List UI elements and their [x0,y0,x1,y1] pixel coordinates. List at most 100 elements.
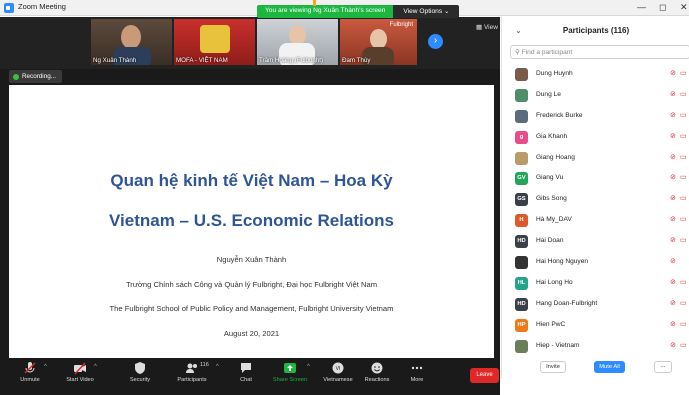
avatar: H [515,214,528,228]
camera-off-icon: ▭ [680,341,687,349]
participant-search-input[interactable]: ⚲ Find a participant [510,45,689,59]
unmute-button[interactable]: Unmute [12,361,48,383]
chat-button[interactable]: Chat [235,361,257,383]
security-button[interactable]: Security [124,361,156,383]
camera-off-icon: ▭ [680,320,687,328]
minimize-button[interactable]: — [637,2,646,12]
participant-row[interactable]: GS Gibs Song ⊘ ▭ [502,189,689,210]
meeting-area: Ng Xuân Thành MOFA - VIỆT NAM Trâm Hoàng… [0,17,500,395]
mic-muted-icon[interactable]: ⊘ [670,257,676,265]
share-options-caret[interactable]: ^ [307,364,310,370]
avatar: HP [515,318,528,332]
participant-row[interactable]: GV Giang Vu ⊘ ▭ [502,168,689,189]
participant-row[interactable]: Frederick Burke ⊘ ▭ [502,106,689,127]
mic-muted-icon[interactable]: ⊘ [670,320,676,328]
participant-name: Gia Khanh [536,132,568,140]
person-face [289,25,306,45]
smiley-icon [371,362,383,374]
mute-all-button[interactable]: Mute All [594,361,625,373]
video-thumb-4[interactable]: Fulbright Đam Thùy [340,19,417,65]
avatar [515,109,528,123]
participant-row[interactable]: Giang Hoang ⊘ ▭ [502,148,689,169]
participant-row[interactable]: Dung Le ⊘ ▭ [502,85,689,106]
panel-more-button[interactable]: ... [654,361,672,373]
mic-muted-icon[interactable]: ⊘ [670,215,676,223]
video-thumb-3[interactable]: Trâm Hoàng (Fulbright) [257,19,338,65]
more-dots-icon [411,366,423,370]
meeting-toolbar: Unmute ^ Start Video ^ Security Particip… [0,358,500,395]
thumb-name: Đam Thùy [342,57,371,64]
view-options-button[interactable]: View Options ⌄ [393,5,460,18]
participant-row[interactable]: Hiep - Vietnam ⊘ ▭ [502,336,689,357]
mic-muted-icon[interactable]: ⊘ [670,90,676,98]
participant-row[interactable]: HL Hai Long Ho ⊘ ▭ [502,273,689,294]
close-button[interactable]: ✕ [680,2,688,13]
participant-row[interactable]: HD Hai Doan ⊘ ▭ [502,231,689,252]
search-placeholder: Find a participant [521,49,573,56]
panel-title: Participants (116) [562,26,630,35]
participant-row[interactable]: g Gia Khanh ⊘ ▭ [502,127,689,148]
mic-muted-icon[interactable]: ⊘ [670,299,676,307]
participant-row[interactable]: HD Hang Doan-Fulbright ⊘ ▭ [502,294,689,315]
camera-off-icon: ▭ [680,132,687,140]
mic-muted-icon[interactable]: ⊘ [670,111,676,119]
mic-muted-icon[interactable]: ⊘ [670,194,676,202]
video-thumb-1[interactable]: Ng Xuân Thành [91,19,172,65]
restore-button[interactable]: ◻ [659,2,666,13]
video-strip: Ng Xuân Thành MOFA - VIỆT NAM Trâm Hoàng… [0,17,500,69]
avatar: HD [515,297,528,311]
recording-indicator[interactable]: Recording... [9,70,62,83]
slide-author: Nguyễn Xuân Thành [216,255,287,264]
thumb-name: MOFA - VIỆT NAM [176,57,228,64]
viewing-message: You are viewing Ng Xuân Thành's screen [257,5,394,18]
recording-dot-icon [13,73,19,80]
reactions-button[interactable]: Reactions [362,361,392,383]
slide-affiliation-vn: Trường Chính sách Công và Quản lý Fulbri… [125,280,378,289]
chat-icon [241,363,251,373]
participant-name: Gibs Song [536,195,567,203]
avatar [515,68,528,81]
participant-name: Dung Huynh [536,70,573,77]
avatar: g [515,130,528,144]
avatar: GS [515,193,528,207]
next-page-button[interactable]: › [428,34,443,49]
leave-button[interactable]: Leave [470,368,499,383]
window-title: Zoom Meeting [18,2,66,11]
mic-muted-icon[interactable]: ⊘ [670,173,676,181]
participant-row[interactable]: H Hà My_DAV ⊘ ▭ [502,210,689,231]
participant-row[interactable]: Dung Huynh ⊘ ▭ [502,64,689,85]
participant-list: Dung Huynh ⊘ ▭ Dung Le ⊘ ▭ Frederick Burke ⊘ ▭ g G… [502,64,689,356]
avatar: HD [515,235,528,249]
participants-caret[interactable]: ^ [216,364,219,370]
accent-marker [313,0,316,6]
video-options-caret[interactable]: ^ [94,364,97,370]
participant-row[interactable]: HP Hien PwC ⊘ ▭ [502,315,689,336]
avatar: GV [515,172,528,186]
search-icon: ⚲ [515,49,520,56]
more-button[interactable]: More [407,361,427,383]
shared-slide: Quan hệ kinh tế Việt Nam – Hoa Kỳ Vietna… [9,85,494,360]
avatar [515,339,528,353]
participant-row[interactable]: Hai Hong Nguyen ⊘ [502,252,689,273]
mic-muted-icon[interactable]: ⊘ [670,69,676,77]
recording-label: Recording... [22,73,56,80]
video-thumb-2[interactable]: MOFA - VIỆT NAM [174,19,255,65]
mic-muted-icon[interactable]: ⊘ [670,132,676,140]
audio-options-caret[interactable]: ^ [44,364,47,370]
slide-title-en: Vietnam – U.S. Economic Relations [109,211,394,230]
zoom-app-icon [4,3,14,13]
view-button[interactable]: ▦ View [476,23,498,31]
mic-muted-icon[interactable]: ⊘ [670,153,676,161]
participant-name: Hai Long Ho [536,278,573,286]
mic-muted-icon[interactable]: ⊘ [670,278,676,286]
participant-name: Dung Le [536,90,561,98]
interpretation-button[interactable]: VI Vietnamese [318,361,358,383]
panel-footer: Invite Mute All ... [502,358,689,378]
camera-off-icon: ▭ [680,174,687,182]
share-screen-button[interactable]: Share Screen [271,361,309,383]
mic-muted-icon[interactable]: ⊘ [670,236,676,244]
camera-off-icon: ▭ [680,278,687,286]
mic-muted-icon[interactable]: ⊘ [670,341,676,349]
invite-button[interactable]: Invite [540,361,566,373]
shield-icon [135,362,145,374]
